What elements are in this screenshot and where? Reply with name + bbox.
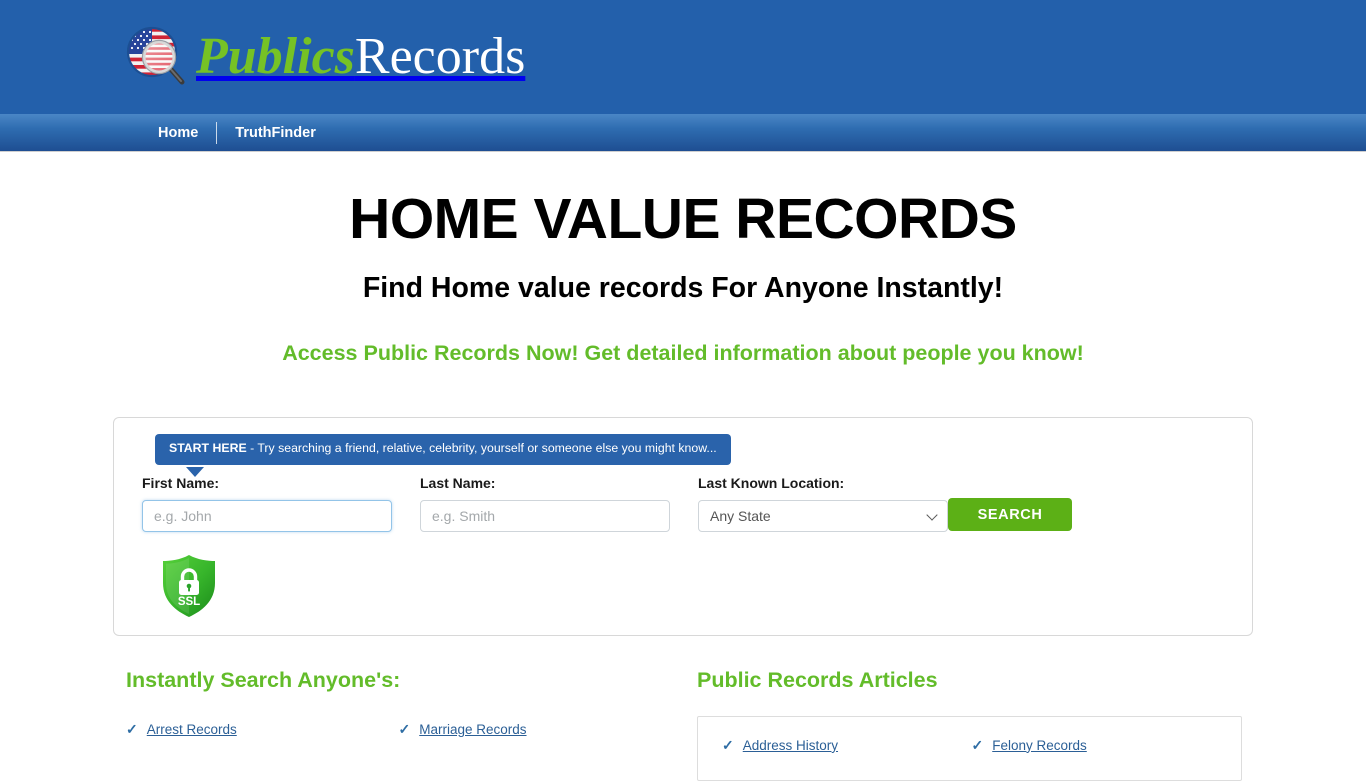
site-header: PublicsRecords	[0, 0, 1366, 114]
nav-item-truthfinder[interactable]: TruthFinder	[217, 114, 334, 152]
first-name-field-group: First Name:	[142, 475, 420, 532]
first-name-input[interactable]	[142, 500, 392, 532]
instantly-search-section: Instantly Search Anyone's: ✓ Arrest Reco…	[126, 668, 671, 760]
search-panel: START HERE - Try searching a friend, rel…	[113, 417, 1253, 636]
last-name-field-group: Last Name:	[420, 475, 698, 532]
svg-text:SSL: SSL	[178, 596, 200, 608]
tooltip-bold-label: START HERE	[169, 441, 247, 455]
location-label: Last Known Location:	[698, 475, 845, 491]
main-navigation: Home TruthFinder	[0, 114, 1366, 152]
list-item: ✓ Arrest Records	[126, 721, 399, 738]
nav-item-home[interactable]: Home	[140, 114, 216, 152]
page-tagline: Access Public Records Now! Get detailed …	[282, 340, 1084, 365]
submit-field-group: SEARCH	[948, 475, 1073, 531]
articles-link-grid: ✓ Address History ✓ Felony Records	[722, 737, 1221, 776]
location-select-wrapper: Any State	[698, 500, 948, 532]
list-item: ✓ Marriage Records	[399, 721, 672, 738]
link-felony-records[interactable]: Felony Records	[992, 738, 1087, 753]
search-button[interactable]: SEARCH	[948, 498, 1072, 531]
link-marriage-records[interactable]: Marriage Records	[419, 722, 526, 737]
logo-wordmark: PublicsRecords	[196, 31, 525, 83]
location-field-group: Last Known Location: Any State	[698, 475, 948, 532]
list-item: ✓ Address History	[722, 737, 972, 754]
first-name-label: First Name:	[142, 475, 220, 491]
articles-box: ✓ Address History ✓ Felony Records	[697, 715, 1242, 781]
search-fields-row: First Name: Last Name: Last Known Locati…	[142, 475, 1224, 532]
link-address-history[interactable]: Address History	[743, 738, 838, 753]
logo-word-records: Records	[354, 28, 526, 85]
last-name-label: Last Name:	[420, 475, 496, 491]
site-logo[interactable]: PublicsRecords	[122, 20, 525, 94]
tooltip-rest-label: - Try searching a friend, relative, cele…	[246, 441, 717, 455]
list-item: ✓ Felony Records	[972, 737, 1222, 754]
page-subtitle: Find Home value records For Anyone Insta…	[362, 271, 1004, 304]
start-here-tooltip: START HERE - Try searching a friend, rel…	[155, 434, 731, 465]
check-icon: ✓	[971, 736, 984, 753]
ssl-shield-icon: SSL	[158, 553, 220, 619]
link-arrest-records[interactable]: Arrest Records	[147, 722, 237, 737]
public-records-articles-heading: Public Records Articles	[697, 668, 938, 692]
logo-word-publics: Publics	[196, 28, 355, 85]
us-flag-magnifier-icon	[122, 24, 194, 90]
hero-section: HOME VALUE RECORDS Find Home value recor…	[0, 152, 1366, 366]
last-name-input[interactable]	[420, 500, 670, 532]
check-icon: ✓	[722, 736, 734, 753]
location-select[interactable]: Any State	[698, 500, 948, 532]
page-title: HOME VALUE RECORDS	[349, 187, 1017, 251]
check-icon: ✓	[126, 720, 138, 737]
public-records-articles-section: Public Records Articles ✓ Address Histor…	[697, 668, 1242, 781]
check-icon: ✓	[398, 720, 411, 737]
nav-divider	[216, 121, 218, 144]
instantly-search-link-grid: ✓ Arrest Records ✓ Marriage Records	[126, 721, 671, 760]
instantly-search-heading: Instantly Search Anyone's:	[126, 668, 401, 692]
